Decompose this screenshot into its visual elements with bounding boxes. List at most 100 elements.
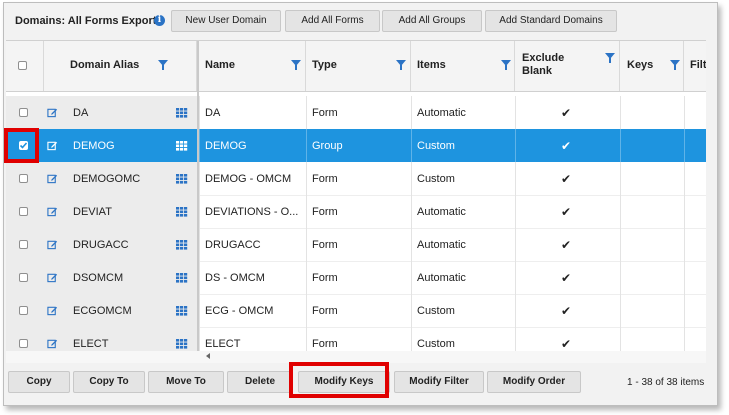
filter-icon[interactable] xyxy=(605,53,615,63)
name-cell: ECG - OMCM xyxy=(205,305,274,317)
filter-icon[interactable] xyxy=(158,60,168,70)
items-count: 1 - 38 of 38 items xyxy=(627,377,705,388)
table-row[interactable]: ECGOMCM ECG - OMCM Form Custom ✔ xyxy=(6,294,706,328)
delete-button[interactable]: Delete xyxy=(227,371,293,393)
filter-icon[interactable] xyxy=(396,60,406,70)
type-cell: Form xyxy=(312,338,338,350)
row-checkbox[interactable] xyxy=(19,339,28,348)
items-cell: Custom xyxy=(417,140,455,152)
domain-alias-cell: DRUGACC xyxy=(73,239,129,251)
header-domain-alias[interactable]: Domain Alias xyxy=(44,41,197,91)
grid-icon[interactable] xyxy=(176,174,188,184)
header-exclude-blank[interactable]: Exclude Blank xyxy=(515,41,620,91)
header-items[interactable]: Items xyxy=(411,41,515,91)
add-all-forms-button[interactable]: Add All Forms xyxy=(285,10,380,32)
edit-icon[interactable] xyxy=(47,206,58,217)
copy-button[interactable]: Copy xyxy=(8,371,70,393)
row-checkbox[interactable] xyxy=(19,273,28,282)
toolbar: Domains: All Forms Export i New User Dom… xyxy=(4,3,717,37)
table-row[interactable]: ELECT ELECT Form Custom ✔ xyxy=(6,327,706,351)
table-row[interactable]: DRUGACC DRUGACC Form Automatic ✔ xyxy=(6,228,706,262)
checkmark-icon: ✔ xyxy=(561,205,572,219)
domain-alias-cell: DEMOGOMC xyxy=(73,173,141,185)
highlight-modify-keys-box xyxy=(289,362,389,398)
edit-icon[interactable] xyxy=(47,107,58,118)
column-divider xyxy=(684,294,685,327)
items-cell: Custom xyxy=(417,173,455,185)
edit-icon[interactable] xyxy=(47,173,58,184)
column-divider xyxy=(515,96,516,129)
header-exclude-label: Exclude xyxy=(522,52,565,64)
type-cell: Form xyxy=(312,305,338,317)
grid-icon[interactable] xyxy=(176,207,188,217)
domains-panel: Domains: All Forms Export i New User Dom… xyxy=(3,2,718,406)
grid-icon[interactable] xyxy=(176,273,188,283)
domain-alias-cell: DA xyxy=(73,107,89,119)
add-all-groups-button[interactable]: Add All Groups xyxy=(382,10,482,32)
table-row[interactable]: DSOMCM DS - OMCM Form Automatic ✔ xyxy=(6,261,706,295)
info-icon[interactable]: i xyxy=(154,15,165,26)
scroll-left-arrow-icon[interactable] xyxy=(206,353,210,359)
modify-filter-button[interactable]: Modify Filter xyxy=(394,371,484,393)
grid-icon[interactable] xyxy=(176,108,188,118)
column-divider xyxy=(515,228,516,261)
column-divider xyxy=(306,96,307,129)
column-divider xyxy=(515,195,516,228)
domain-alias-cell: DSOMCM xyxy=(73,272,124,284)
edit-icon[interactable] xyxy=(47,239,58,250)
grid-icon[interactable] xyxy=(176,240,188,250)
column-divider xyxy=(199,96,200,129)
checkmark-icon: ✔ xyxy=(561,337,572,351)
column-divider xyxy=(620,294,621,327)
column-divider xyxy=(620,195,621,228)
filter-icon[interactable] xyxy=(291,60,301,70)
name-cell: DEMOG - OMCM xyxy=(205,173,292,185)
copy-to-button[interactable]: Copy To xyxy=(73,371,145,393)
header-keys[interactable]: Keys xyxy=(620,41,684,91)
column-divider xyxy=(411,96,412,129)
edit-icon[interactable] xyxy=(47,140,58,151)
add-standard-domains-button[interactable]: Add Standard Domains xyxy=(485,10,617,32)
type-cell: Form xyxy=(312,206,338,218)
header-type-label: Type xyxy=(312,59,337,71)
modify-order-button[interactable]: Modify Order xyxy=(487,371,581,393)
grid-icon[interactable] xyxy=(176,141,188,151)
select-all-checkbox[interactable] xyxy=(18,61,27,70)
row-checkbox[interactable] xyxy=(19,306,28,315)
checkmark-icon: ✔ xyxy=(561,238,572,252)
checkmark-icon: ✔ xyxy=(561,172,572,186)
column-divider xyxy=(620,228,621,261)
items-cell: Automatic xyxy=(417,272,466,284)
edit-icon[interactable] xyxy=(47,338,58,349)
domain-alias-cell: ELECT xyxy=(73,338,109,350)
checkmark-icon: ✔ xyxy=(561,271,572,285)
table-row[interactable]: DEMOGOMC DEMOG - OMCM Form Custom ✔ xyxy=(6,162,706,196)
column-divider xyxy=(684,327,685,351)
row-checkbox[interactable] xyxy=(19,108,28,117)
column-divider xyxy=(199,129,200,162)
edit-icon[interactable] xyxy=(47,272,58,283)
header-name[interactable]: Name xyxy=(199,41,306,91)
header-type[interactable]: Type xyxy=(306,41,411,91)
filter-icon[interactable] xyxy=(501,60,511,70)
column-divider xyxy=(411,195,412,228)
move-to-button[interactable]: Move To xyxy=(148,371,224,393)
table-row[interactable]: DEMOG DEMOG Group Custom ✔ xyxy=(6,129,706,162)
table-row[interactable]: DA DA Form Automatic ✔ xyxy=(6,96,706,130)
header-filter[interactable]: Filte xyxy=(684,41,706,91)
edit-icon[interactable] xyxy=(47,305,58,316)
column-divider xyxy=(306,162,307,195)
row-checkbox[interactable] xyxy=(19,174,28,183)
table-row[interactable]: DEVIAT DEVIATIONS - O... Form Automatic ✔ xyxy=(6,195,706,229)
row-checkbox[interactable] xyxy=(19,240,28,249)
type-cell: Form xyxy=(312,173,338,185)
grid-header: Domain Alias Name Type Items Exclude Bla… xyxy=(6,41,706,92)
column-divider xyxy=(620,96,621,129)
grid-icon[interactable] xyxy=(176,339,188,349)
new-user-domain-button[interactable]: New User Domain xyxy=(171,10,281,32)
row-checkbox[interactable] xyxy=(19,207,28,216)
grid-icon[interactable] xyxy=(176,306,188,316)
column-divider xyxy=(306,294,307,327)
filter-icon[interactable] xyxy=(670,60,680,70)
column-divider xyxy=(199,228,200,261)
